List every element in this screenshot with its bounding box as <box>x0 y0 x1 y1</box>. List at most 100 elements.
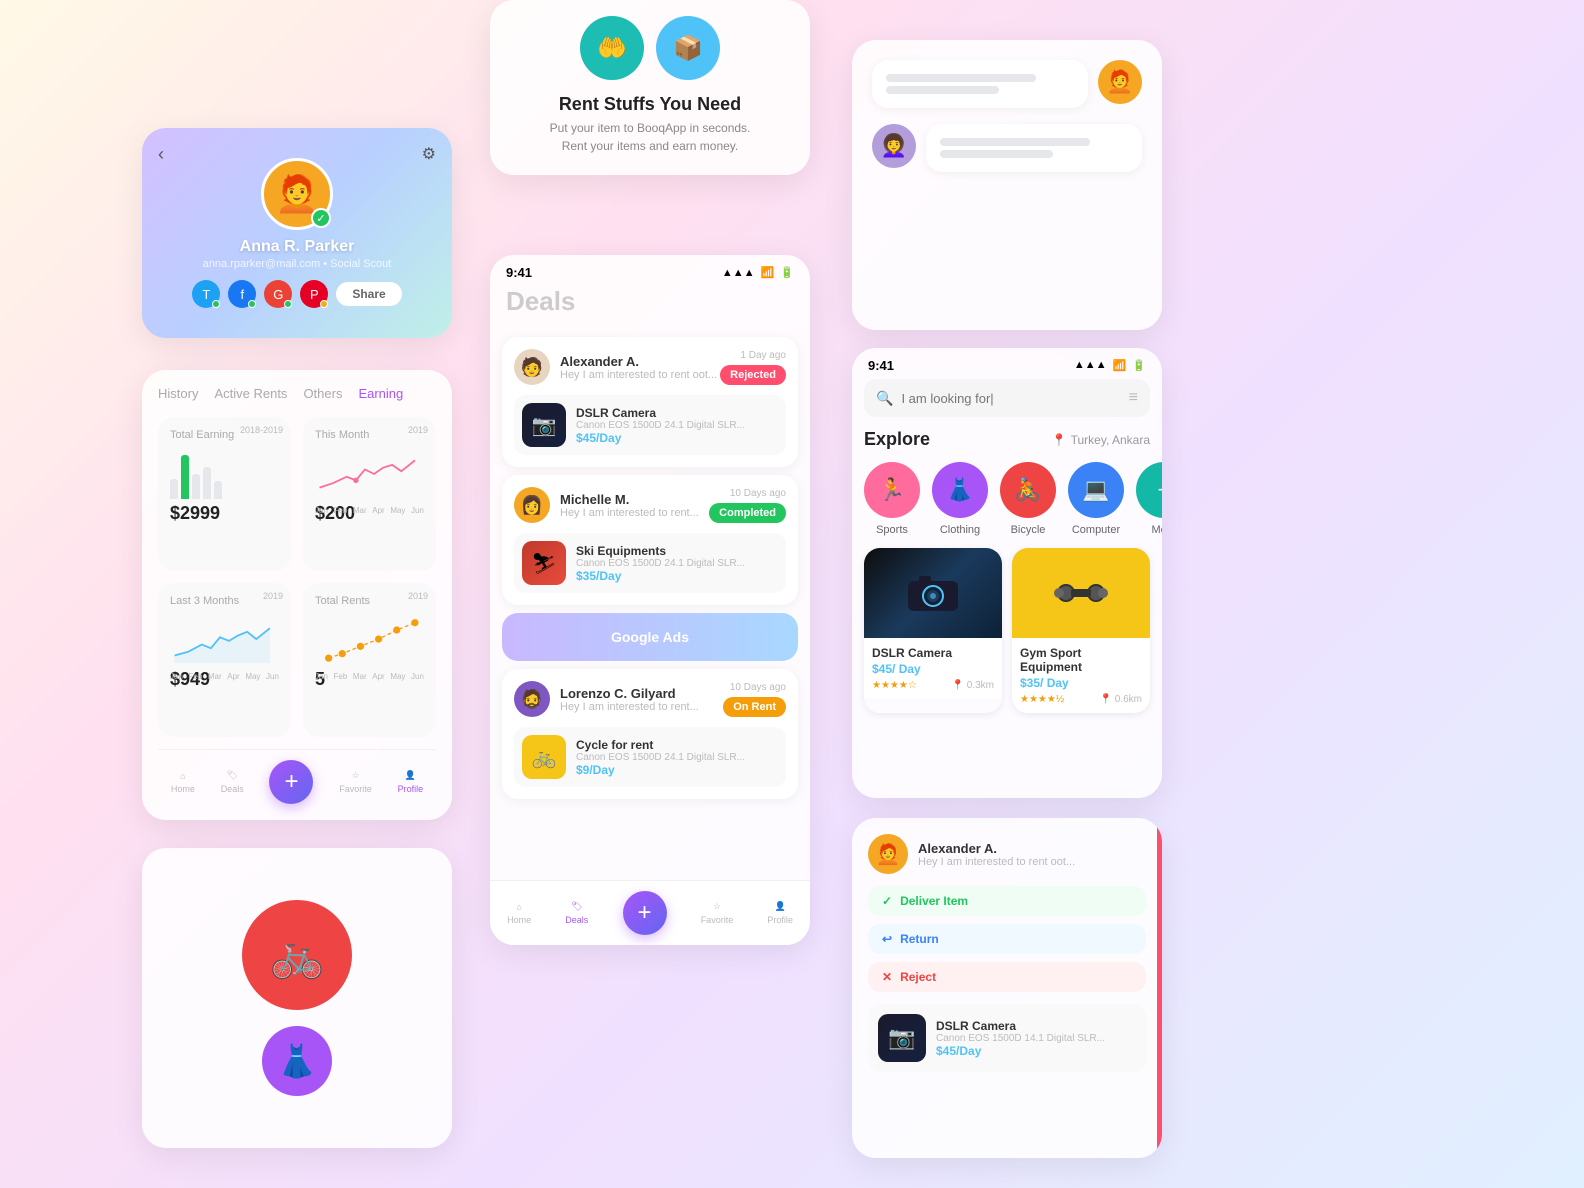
deal1-product: 📷 DSLR Camera Canon EOS 1500D 24.1 Digit… <box>514 395 786 455</box>
nav-profile[interactable]: 👤 Profile <box>398 770 424 794</box>
deals-nav-favorite[interactable]: ☆ Favorite <box>701 901 734 925</box>
gym-stars: ★★★★½ <box>1020 694 1064 705</box>
twitter-icon[interactable]: T <box>192 280 220 308</box>
chat-line-3 <box>940 138 1090 146</box>
bottom-left-card: 🚲 👗 <box>142 848 452 1148</box>
deal2-badge: Completed <box>709 503 786 523</box>
chat-avatar-2: 👩‍🦱 <box>872 124 916 168</box>
category-bicycle[interactable]: 🚴 Bicycle <box>1000 462 1056 536</box>
category-clothing[interactable]: 👗 Clothing <box>932 462 988 536</box>
google-icon[interactable]: G <box>264 280 292 308</box>
social-row: T f G P Share <box>192 280 401 308</box>
search-input[interactable] <box>901 391 1120 406</box>
stat-last-months: 2019 Last 3 Months JanFebMarAprMayJun $9… <box>158 583 291 737</box>
filter-icon[interactable]: ≡ <box>1129 389 1138 407</box>
deal3-product-name: Cycle for rent <box>576 738 745 752</box>
deal3-avatar: 🧔 <box>514 681 550 717</box>
deal2-product-name: Ski Equipments <box>576 544 745 558</box>
wifi-icon: 📶 <box>761 266 775 279</box>
profile-name: Anna R. Parker <box>240 238 355 256</box>
deals-nav-home[interactable]: ⌂ Home <box>507 902 531 925</box>
facebook-icon[interactable]: f <box>228 280 256 308</box>
favorite-icon: ☆ <box>351 770 359 781</box>
computer-icon: 💻 <box>1068 462 1124 518</box>
tab-active-rents[interactable]: Active Rents <box>214 386 287 401</box>
share-button[interactable]: Share <box>336 282 401 306</box>
action-user-sub: Hey I am interested to rent oot... <box>918 856 1075 868</box>
product-grid: DSLR Camera $45/ Day ★★★★☆ 📍 0.3km <box>852 548 1162 713</box>
deal2-product: ⛷ Ski Equipments Canon EOS 1500D 24.1 Di… <box>514 533 786 593</box>
explore-time: 9:41 <box>868 358 894 373</box>
deal2-message: Hey I am interested to rent... <box>560 507 699 519</box>
bicycle-icon: 🚴 <box>1000 462 1056 518</box>
rent-subtitle: Put your item to BooqApp in seconds. Ren… <box>550 119 751 155</box>
deals-nav-add[interactable]: + <box>623 891 667 935</box>
deals-nav-deals[interactable]: 🏷 Deals <box>565 901 588 925</box>
avatar-wrap: 🧑‍🦰 ✓ <box>261 158 333 230</box>
deal-item-2: 👩 Michelle M. Hey I am interested to ren… <box>502 475 798 605</box>
deals-icon: 🏷 <box>571 901 582 912</box>
deal1-product-desc: Canon EOS 1500D 24.1 Digital SLR... <box>576 420 745 431</box>
bicycle-circle-red: 🚲 <box>242 900 352 1010</box>
chat-bubble-1: 🧑‍🦰 <box>872 60 1142 108</box>
action-user-avatar: 🧑‍🦰 <box>868 834 908 874</box>
action-user-name: Alexander A. <box>918 841 1075 856</box>
nav-home[interactable]: ⌂ Home <box>171 771 195 794</box>
product-gym[interactable]: Gym Sport Equipment $35/ Day ★★★★½ 📍 0.6… <box>1012 548 1150 713</box>
stat-total-earning: 2018-2019 Total Earning $2999 <box>158 417 291 571</box>
search-bar[interactable]: 🔍 ≡ <box>864 379 1150 417</box>
deliver-icon: ✓ <box>882 894 892 908</box>
deal2-header: 👩 Michelle M. Hey I am interested to ren… <box>514 487 786 523</box>
category-more[interactable]: + More <box>1136 462 1162 536</box>
category-sports[interactable]: 🏃 Sports <box>864 462 920 536</box>
deals-bottom-nav: ⌂ Home 🏷 Deals + ☆ Favorite 👤 Profile <box>490 880 810 945</box>
bottom-nav: ⌂ Home 🏷 Deals + ☆ Favorite 👤 Profile <box>158 749 436 804</box>
settings-button[interactable]: ⚙ <box>422 144 436 164</box>
action-product-img: 📷 <box>878 1014 926 1062</box>
stat-total-rents: 2019 Total Rents JanFebMarAprMayJun 5 <box>303 583 436 737</box>
explore-title: Explore <box>864 429 930 450</box>
deals-card: 9:41 ▲▲▲ 📶 🔋 Deals 🧑 Alexander A. Hey I … <box>490 255 810 945</box>
return-icon: ↩ <box>882 932 892 946</box>
pinterest-icon[interactable]: P <box>300 280 328 308</box>
action-buttons: ✓ Deliver Item ↩ Return ✕ Reject <box>868 886 1146 992</box>
stat4-year: 2019 <box>408 591 428 601</box>
stat3-chart: JanFebMarAprMayJun <box>170 615 279 665</box>
more-icon: + <box>1136 462 1162 518</box>
explore-location: 📍 Turkey, Ankara <box>1052 433 1150 447</box>
profile-card: ‹ ⚙ 🧑‍🦰 ✓ Anna R. Parker anna.rparker@ma… <box>142 128 452 338</box>
stat-this-month: 2019 This Month JanFebMarAprMayJun $200 <box>303 417 436 571</box>
deals-nav-profile[interactable]: 👤 Profile <box>767 901 793 925</box>
nav-deals[interactable]: 🏷 Deals <box>221 770 244 794</box>
gym-info: Gym Sport Equipment $35/ Day ★★★★½ 📍 0.6… <box>1012 638 1150 713</box>
camera-name: DSLR Camera <box>872 646 994 660</box>
camera-info: DSLR Camera $45/ Day ★★★★☆ 📍 0.3km <box>864 638 1002 699</box>
reject-button[interactable]: ✕ Reject <box>868 962 1146 992</box>
gym-name: Gym Sport Equipment <box>1020 646 1142 674</box>
nav-favorite[interactable]: ☆ Favorite <box>339 770 372 794</box>
home-icon: ⌂ <box>180 771 185 781</box>
deal-item-1: 🧑 Alexander A. Hey I am interested to re… <box>502 337 798 467</box>
nav-add-button[interactable]: + <box>269 760 313 804</box>
deal3-badge: On Rent <box>723 697 786 717</box>
deliver-button[interactable]: ✓ Deliver Item <box>868 886 1146 916</box>
sports-icon: 🏃 <box>864 462 920 518</box>
back-button[interactable]: ‹ <box>158 144 164 165</box>
profile-icon: 👤 <box>405 770 416 781</box>
deal-item-3: 🧔 Lorenzo C. Gilyard Hey I am interested… <box>502 669 798 799</box>
tab-others[interactable]: Others <box>303 386 342 401</box>
deal2-product-img: ⛷ <box>522 541 566 585</box>
category-computer[interactable]: 💻 Computer <box>1068 462 1124 536</box>
rent-icon-teal: 🤲 <box>580 16 644 80</box>
camera-meta: ★★★★☆ 📍 0.3km <box>872 680 994 691</box>
reject-icon: ✕ <box>882 970 892 984</box>
chat-line-1 <box>886 74 1036 82</box>
product-camera[interactable]: DSLR Camera $45/ Day ★★★★☆ 📍 0.3km <box>864 548 1002 713</box>
deal2-username: Michelle M. <box>560 492 699 507</box>
tab-earning[interactable]: Earning <box>358 386 403 401</box>
action-product-row: 📷 DSLR Camera Canon EOS 1500D 14.1 Digit… <box>868 1004 1146 1072</box>
chat-avatar-1: 🧑‍🦰 <box>1098 60 1142 104</box>
tab-history[interactable]: History <box>158 386 198 401</box>
return-button[interactable]: ↩ Return <box>868 924 1146 954</box>
action-card: 🧑‍🦰 Alexander A. Hey I am interested to … <box>852 818 1162 1158</box>
